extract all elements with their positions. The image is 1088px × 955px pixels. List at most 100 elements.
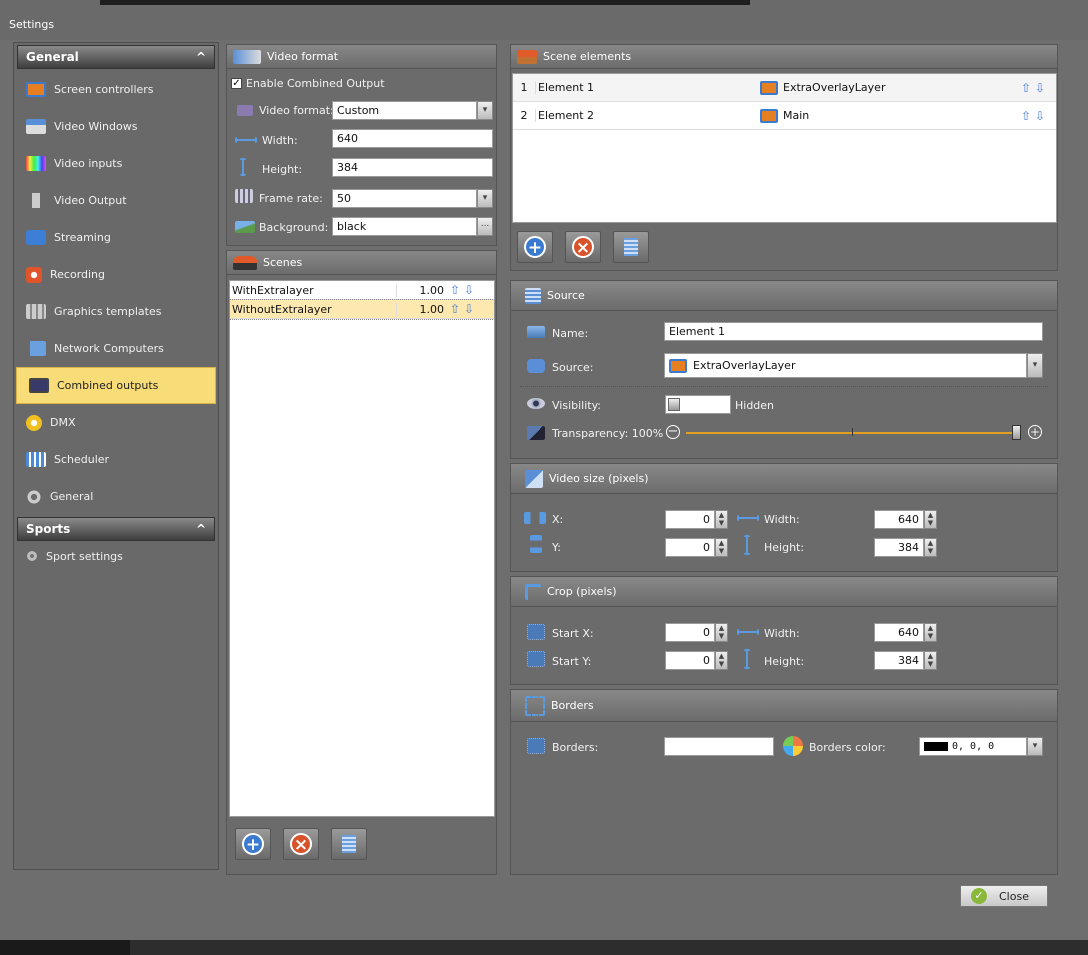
video-height-stepper[interactable]: 384 ▲ ▼ — [874, 538, 937, 557]
height-icon — [744, 649, 750, 669]
crop-height-stepper[interactable]: 384 ▲ ▼ — [874, 651, 937, 670]
scene-elements-table: 1 Element 1 ExtraOverlayLayer ⇧ ⇩ 2 Elem… — [512, 73, 1057, 223]
arrow-up-icon[interactable]: ⇧ — [448, 302, 462, 316]
sidebar-item-screen-controllers[interactable]: Screen controllers — [14, 71, 218, 108]
start-x-spin-buttons[interactable]: ▲ ▼ — [715, 623, 728, 642]
borders-input[interactable] — [664, 737, 774, 756]
sidebar-item-label: General — [50, 490, 94, 503]
width-icon — [737, 629, 759, 635]
start-y-stepper[interactable]: 0 ▲ ▼ — [665, 651, 728, 670]
height-input[interactable]: 384 — [332, 158, 493, 177]
sidebar-item-video-inputs[interactable]: Video inputs — [14, 145, 218, 182]
background-input[interactable]: black — [332, 217, 477, 236]
borders-color-select[interactable]: 0, 0, 0 — [919, 737, 1027, 756]
visibility-toggle-knob[interactable] — [668, 398, 680, 411]
start-y-value[interactable]: 0 — [665, 651, 715, 670]
network-computers-icon — [26, 341, 46, 356]
y-stepper[interactable]: 0 ▲ ▼ — [665, 538, 728, 557]
add-scene-button[interactable]: + — [235, 828, 271, 860]
borders-color-dropdown-button[interactable]: ▾ — [1027, 737, 1043, 756]
crop-height-value[interactable]: 384 — [874, 651, 924, 670]
scene-row-selected[interactable]: WithoutExtralayer 1.00 ⇧ ⇩ — [229, 299, 495, 320]
video-height-value[interactable]: 384 — [874, 538, 924, 557]
visibility-label: Visibility: — [552, 399, 602, 412]
video-width-spin-buttons[interactable]: ▲ ▼ — [924, 510, 937, 529]
arrow-down-icon[interactable]: ⇩ — [1033, 81, 1047, 95]
scene-value: 1.00 — [396, 283, 448, 297]
source-select[interactable]: ExtraOverlayLayer — [664, 353, 1027, 378]
start-x-label: Start X: — [552, 627, 594, 640]
close-button[interactable]: ✓ Close — [960, 885, 1048, 907]
x-value[interactable]: 0 — [665, 510, 715, 529]
scene-elements-header: Scene elements — [511, 45, 1057, 69]
sidebar-item-label: Scheduler — [54, 453, 110, 466]
frame-rate-dropdown-button[interactable]: ▾ — [477, 189, 493, 208]
frame-rate-select[interactable]: 50 — [332, 189, 477, 208]
height-icon — [240, 158, 246, 176]
y-spin-buttons[interactable]: ▲ ▼ — [715, 538, 728, 557]
start-x-value[interactable]: 0 — [665, 623, 715, 642]
sport-settings-icon — [26, 550, 38, 562]
visibility-toggle[interactable] — [665, 395, 731, 414]
enable-combined-output-row[interactable]: ✓ Enable Combined Output — [231, 77, 385, 90]
sidebar-item-streaming[interactable]: Streaming — [14, 219, 218, 256]
scene-value: 1.00 — [396, 302, 448, 316]
sidebar-item-dmx[interactable]: DMX — [14, 404, 218, 441]
video-height-spin-buttons[interactable]: ▲ ▼ — [924, 538, 937, 557]
remove-scene-button[interactable]: × — [283, 828, 319, 860]
crop-width-label: Width: — [764, 627, 800, 640]
x-stepper[interactable]: 0 ▲ ▼ — [665, 510, 728, 529]
video-format-dropdown-button[interactable]: ▾ — [477, 101, 493, 120]
scene-element-row[interactable]: 2 Element 2 Main ⇧ ⇩ — [513, 102, 1056, 130]
scene-element-row[interactable]: 1 Element 1 ExtraOverlayLayer ⇧ ⇩ — [513, 74, 1056, 102]
sidebar-item-graphics-templates[interactable]: Graphics templates — [14, 293, 218, 330]
arrow-up-icon[interactable]: ⇧ — [1019, 81, 1033, 95]
arrow-down-icon[interactable]: ⇩ — [462, 302, 476, 316]
sidebar-group-general[interactable]: General ^ — [17, 45, 215, 69]
arrow-up-icon[interactable]: ⇧ — [448, 283, 462, 297]
video-format-title: Video format — [267, 50, 339, 63]
crop-width-value[interactable]: 640 — [874, 623, 924, 642]
background-browse-button[interactable]: ... — [477, 217, 493, 236]
y-value[interactable]: 0 — [665, 538, 715, 557]
scene-elements-icon — [517, 49, 537, 64]
sidebar-item-recording[interactable]: Recording — [14, 256, 218, 293]
plus-icon[interactable]: + — [1028, 425, 1042, 439]
enable-combined-output-checkbox[interactable]: ✓ — [231, 78, 242, 89]
x-spin-buttons[interactable]: ▲ ▼ — [715, 510, 728, 529]
width-input[interactable]: 640 — [332, 129, 493, 148]
scenes-panel: Scenes WithExtralayer 1.00 ⇧ ⇩ WithoutEx… — [226, 250, 497, 875]
video-output-icon — [26, 193, 46, 208]
source-dropdown-button[interactable]: ▾ — [1027, 353, 1043, 378]
arrow-up-icon[interactable]: ⇧ — [1019, 109, 1033, 123]
sidebar-item-video-windows[interactable]: Video Windows — [14, 108, 218, 145]
sidebar-item-combined-outputs[interactable]: Combined outputs — [16, 367, 216, 404]
sidebar-item-video-output[interactable]: Video Output — [14, 182, 218, 219]
frame-rate-label: Frame rate: — [259, 192, 323, 205]
transparency-slider[interactable] — [686, 432, 1016, 434]
crop-height-spin-buttons[interactable]: ▲ ▼ — [924, 651, 937, 670]
minus-icon[interactable]: − — [666, 425, 680, 439]
video-format-select[interactable]: Custom — [332, 101, 477, 120]
video-width-stepper[interactable]: 640 ▲ ▼ — [874, 510, 937, 529]
scene-properties-button[interactable] — [331, 828, 367, 860]
arrow-down-icon[interactable]: ⇩ — [1033, 109, 1047, 123]
sidebar-group-sports[interactable]: Sports ^ — [17, 517, 215, 541]
sidebar-item-network-computers[interactable]: Network Computers — [14, 330, 218, 367]
scene-row[interactable]: WithExtralayer 1.00 ⇧ ⇩ — [230, 281, 494, 300]
arrow-down-icon[interactable]: ⇩ — [462, 283, 476, 297]
sidebar-item-scheduler[interactable]: Scheduler — [14, 441, 218, 478]
graphics-templates-icon — [26, 304, 46, 319]
start-x-stepper[interactable]: 0 ▲ ▼ — [665, 623, 728, 642]
sidebar-item-general[interactable]: General — [14, 478, 218, 515]
sidebar-item-sport-settings[interactable]: Sport settings — [14, 543, 218, 569]
name-input[interactable]: Element 1 — [664, 322, 1043, 341]
video-width-value[interactable]: 640 — [874, 510, 924, 529]
start-y-spin-buttons[interactable]: ▲ ▼ — [715, 651, 728, 670]
element-properties-button[interactable] — [613, 231, 649, 263]
crop-width-stepper[interactable]: 640 ▲ ▼ — [874, 623, 937, 642]
remove-element-button[interactable]: × — [565, 231, 601, 263]
transparency-slider-thumb[interactable] — [1012, 425, 1021, 440]
crop-width-spin-buttons[interactable]: ▲ ▼ — [924, 623, 937, 642]
add-element-button[interactable]: + — [517, 231, 553, 263]
